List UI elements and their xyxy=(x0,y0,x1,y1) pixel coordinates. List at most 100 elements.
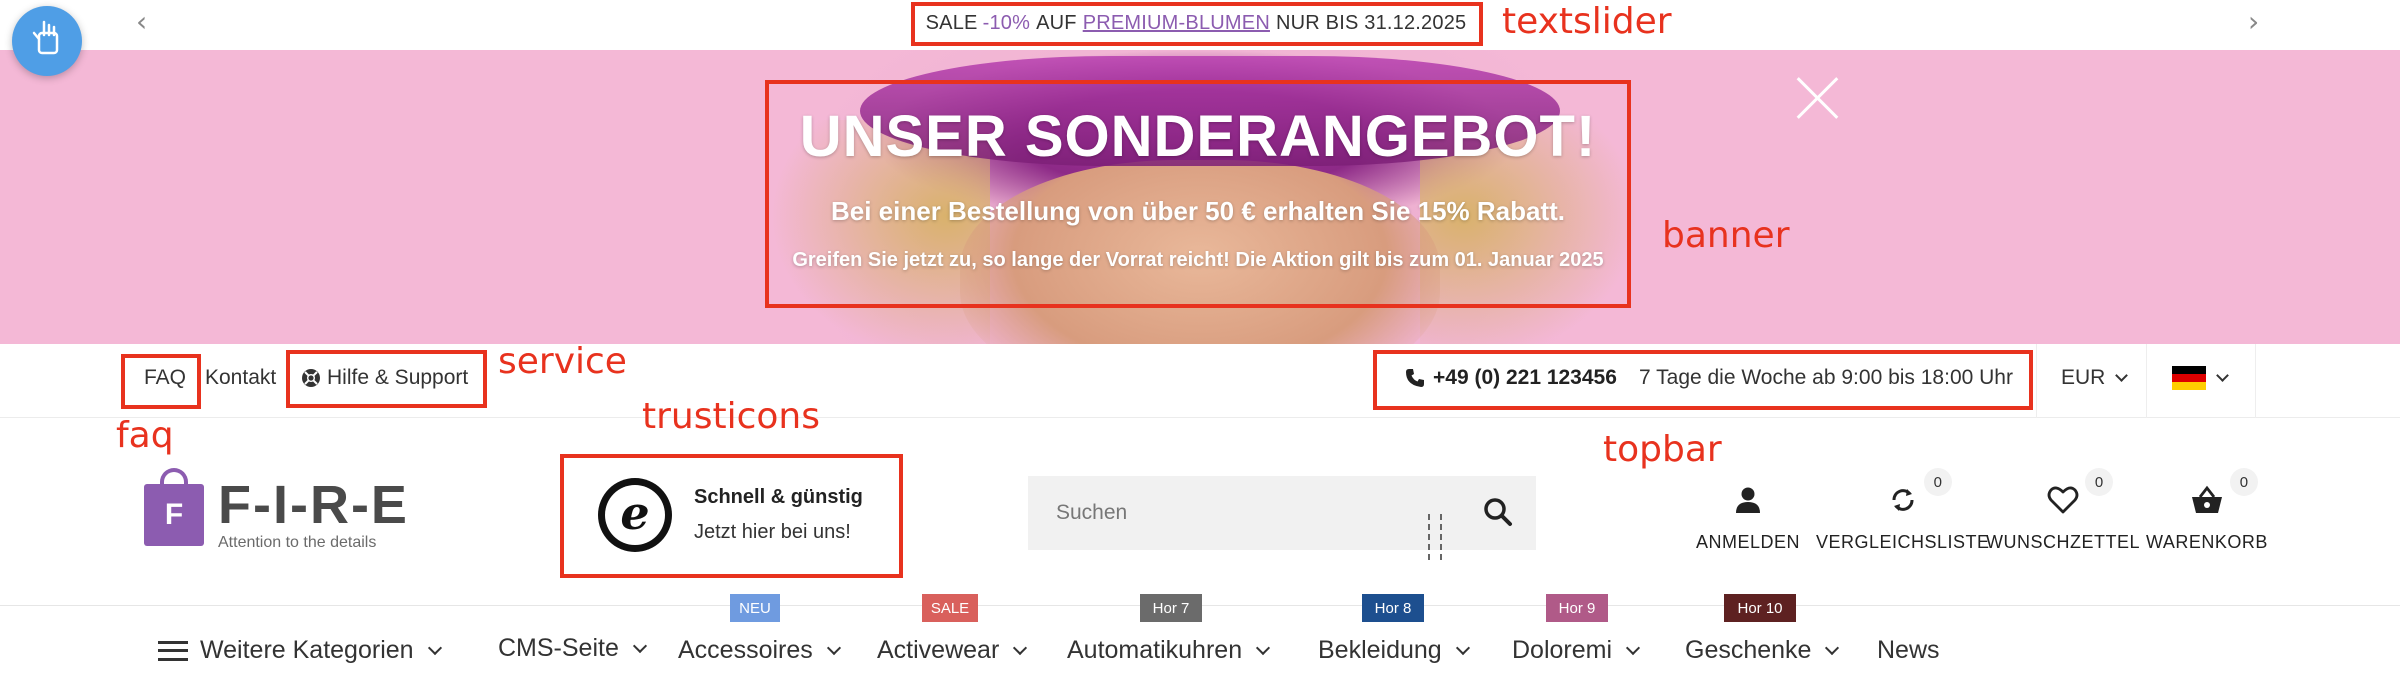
divider xyxy=(2036,344,2037,418)
accessibility-button[interactable] xyxy=(12,6,82,76)
nav-geschenke-label: Geschenke xyxy=(1685,636,1812,664)
text-slider: ‹ SALE -10% AUF PREMIUM-BLUMEN NUR BIS 3… xyxy=(0,0,2400,50)
wishlist-label: WUNSCHZETTEL xyxy=(1986,532,2140,552)
language-select[interactable] xyxy=(2172,366,2229,390)
logo-tagline: Attention to the details xyxy=(218,534,377,551)
nav-bekleidung-label: Bekleidung xyxy=(1318,636,1442,664)
banner-note: Greifen Sie jetzt zu, so lange der Vorra… xyxy=(792,249,1604,271)
nav-activewear-label: Activewear xyxy=(877,636,1000,664)
annotation-label-service: service xyxy=(498,341,627,382)
search-box xyxy=(1028,476,1536,550)
banner-subtitle: Bei einer Bestellung von über 50 € erhal… xyxy=(830,196,1566,226)
user-icon xyxy=(1733,480,1763,520)
phone-number: +49 (0) 221 123456 xyxy=(1433,366,1617,389)
nav-news[interactable]: News xyxy=(1877,636,1940,665)
chevron-down-icon xyxy=(826,640,841,655)
cart-label: WARENKORB xyxy=(2146,532,2268,552)
login-button[interactable]: ANMELDEN xyxy=(1696,480,1800,553)
text-slider-message: SALE -10% AUF PREMIUM-BLUMEN NUR BIS 31.… xyxy=(911,0,1481,46)
divider xyxy=(2146,344,2147,418)
compare-icon: 0 xyxy=(1888,468,1952,520)
chevron-down-icon xyxy=(1256,640,1271,655)
nav-doloremi-label: Doloremi xyxy=(1512,636,1613,664)
compare-label: VERGLEICHSLISTE xyxy=(1816,532,1990,552)
hamburger-icon xyxy=(158,640,188,661)
sale-label: SALE xyxy=(925,11,978,34)
header: F F-I-R-E Attention to the details e Sch… xyxy=(0,418,2400,606)
support-link[interactable]: Hilfe & Support xyxy=(301,366,468,390)
nav-cms-seite[interactable]: CMS-Seite xyxy=(498,634,647,663)
main-navigation: Weitere Kategorien CMS-Seite NEU Accesso… xyxy=(0,594,2400,695)
nav-geschenke[interactable]: Geschenke xyxy=(1685,636,1840,665)
chevron-down-icon xyxy=(1455,640,1470,655)
premium-blumen-link[interactable]: PREMIUM-BLUMEN xyxy=(1083,12,1270,35)
topbar: FAQ Kontakt Hilfe & Support +49 (0) 221 … xyxy=(0,344,2400,418)
compare-button[interactable]: 0 VERGLEICHSLISTE xyxy=(1816,468,1990,553)
wishlist-count: 0 xyxy=(2085,468,2113,496)
currency-value: EUR xyxy=(2061,366,2106,389)
trust-title: Schnell & günstig xyxy=(694,486,863,508)
search-icon[interactable] xyxy=(1480,494,1518,532)
cart-button[interactable]: 0 WARENKORB xyxy=(2146,468,2268,553)
slider-prev-icon[interactable]: ‹ xyxy=(136,8,147,36)
trust-subtitle: Jetzt hier bei uns! xyxy=(694,521,851,543)
compare-count: 0 xyxy=(1923,468,1952,496)
search-input[interactable] xyxy=(1028,501,1448,525)
nav-bekleidung[interactable]: Bekleidung xyxy=(1318,636,1470,665)
nav-more-categories[interactable]: Weitere Kategorien xyxy=(158,636,442,665)
chevron-down-icon xyxy=(427,640,442,655)
annotation-label-textslider: textslider xyxy=(1502,1,1672,42)
banner-content: UNSER SONDERANGEBOT! Bei einer Bestellun… xyxy=(766,82,1630,306)
shopping-bag-logo-icon: F xyxy=(142,468,206,548)
chevron-down-icon xyxy=(1825,640,1840,655)
chevron-down-icon xyxy=(1625,640,1641,655)
divider xyxy=(2255,344,2256,418)
logo-name: F-I-R-E xyxy=(218,475,409,535)
annotation-label-faq: faq xyxy=(116,415,174,456)
sale-percent: -10% xyxy=(982,11,1031,34)
nav-accessoires[interactable]: Accessoires xyxy=(678,636,841,665)
slider-next-icon[interactable]: › xyxy=(2248,8,2259,36)
nav-doloremi[interactable]: Doloremi xyxy=(1512,636,1641,665)
close-icon[interactable] xyxy=(1794,74,1842,122)
sale-suffix: NUR BIS 31.12.2025 xyxy=(1275,11,1467,34)
wishlist-button[interactable]: 0 WUNSCHZETTEL xyxy=(1986,468,2140,553)
badge-hor-7: Hor 7 xyxy=(1140,594,1202,622)
opening-hours: 7 Tage die Woche ab 9:00 bis 18:00 Uhr xyxy=(1639,366,2013,389)
annotation-label-topbar: topbar xyxy=(1603,429,1722,470)
chevron-down-icon xyxy=(1013,640,1028,655)
annotation-label-trusticons: trusticons xyxy=(642,396,820,437)
kontakt-link[interactable]: Kontakt xyxy=(205,366,276,390)
currency-select[interactable]: EUR xyxy=(2061,366,2129,390)
hand-pointer-icon xyxy=(30,19,64,64)
faq-link[interactable]: FAQ xyxy=(144,366,186,390)
badge-hor-9: Hor 9 xyxy=(1546,594,1608,622)
phone-icon xyxy=(1405,368,1425,388)
chevron-down-icon xyxy=(2216,368,2229,382)
heart-icon: 0 xyxy=(2047,468,2113,520)
chevron-down-icon xyxy=(632,638,647,653)
badge-hor-10: Hor 10 xyxy=(1724,594,1796,622)
chevron-down-icon xyxy=(2115,368,2129,382)
sale-auf: AUF xyxy=(1036,11,1077,34)
german-flag-icon xyxy=(2172,366,2206,390)
support-icon xyxy=(301,368,321,388)
badge-neu: NEU xyxy=(730,594,780,622)
banner-title: UNSER SONDERANGEBOT! xyxy=(799,104,1597,169)
cart-count: 0 xyxy=(2229,468,2258,496)
trusted-shops-icon: e xyxy=(598,478,672,552)
phone-link[interactable]: +49 (0) 221 123456 xyxy=(1405,366,1617,390)
nav-activewear[interactable]: Activewear xyxy=(877,636,1028,665)
nav-cms-label: CMS-Seite xyxy=(498,634,619,662)
promo-banner: UNSER SONDERANGEBOT! Bei einer Bestellun… xyxy=(0,50,2400,344)
nav-more-label: Weitere Kategorien xyxy=(200,636,414,664)
trust-badge[interactable]: e Schnell & günstig Jetzt hier bei uns! xyxy=(598,478,863,552)
badge-hor-8: Hor 8 xyxy=(1362,594,1424,622)
nav-automatikuhren[interactable]: Automatikuhren xyxy=(1067,636,1271,665)
support-label: Hilfe & Support xyxy=(327,366,469,389)
basket-icon: 0 xyxy=(2190,468,2258,520)
annotation-label-banner: banner xyxy=(1662,215,1790,256)
nav-accessoires-label: Accessoires xyxy=(678,636,813,664)
nav-automatikuhren-label: Automatikuhren xyxy=(1067,636,1243,664)
logo[interactable]: F F-I-R-E Attention to the details xyxy=(142,468,409,552)
